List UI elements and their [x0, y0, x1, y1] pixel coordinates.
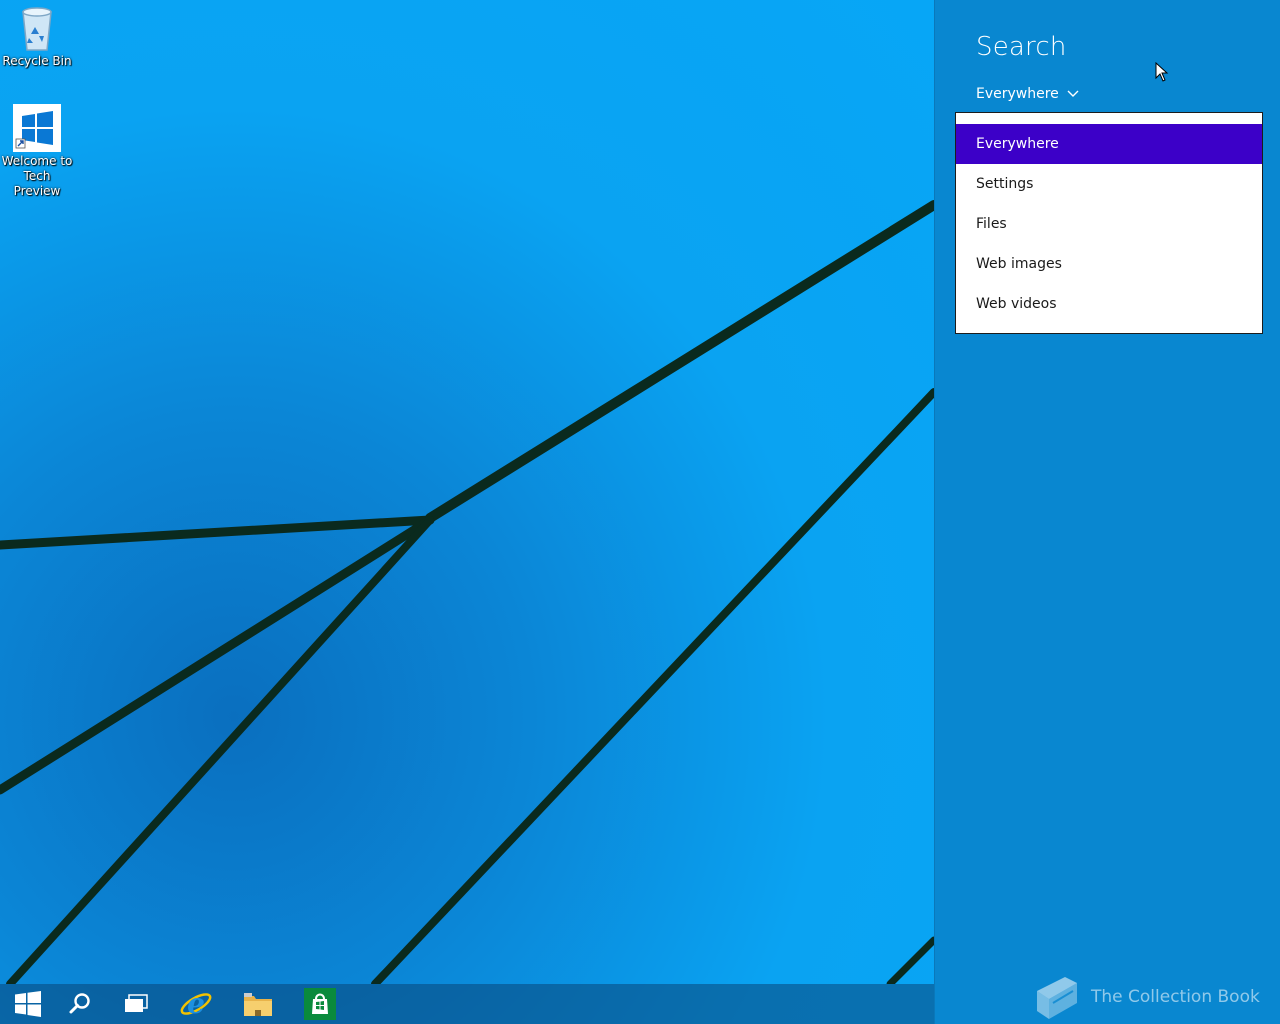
chevron-down-icon — [1067, 90, 1079, 97]
search-pane: Search Everywhere Everywhere Settings Fi… — [934, 0, 1280, 1024]
windows-logo-icon — [13, 104, 61, 152]
scope-option-web-images[interactable]: Web images — [956, 244, 1262, 284]
book-icon — [1037, 977, 1077, 1019]
file-explorer-icon — [244, 993, 272, 1016]
desktop-icon-label: Recycle Bin — [2, 54, 72, 68]
desktop: Recycle Bin Welcome to Tech Preview — [0, 0, 934, 1024]
search-scope-value: Everywhere — [976, 86, 1059, 102]
desktop-icon-label: Welcome to Tech Preview — [1, 154, 73, 198]
search-scope-select[interactable]: Everywhere — [976, 86, 1079, 102]
scope-option-label: Everywhere — [976, 136, 1059, 152]
store-icon — [304, 988, 336, 1020]
internet-explorer-button[interactable]: e — [168, 984, 224, 1024]
taskbar: e — [0, 984, 934, 1024]
internet-explorer-icon: e — [180, 987, 212, 1020]
scope-option-label: Web videos — [976, 296, 1057, 312]
scope-option-web-videos[interactable]: Web videos — [956, 284, 1262, 324]
recycle-bin-icon — [22, 7, 52, 51]
start-icon — [15, 991, 41, 1017]
wallpaper-lines — [0, 200, 934, 984]
search-icon — [69, 993, 90, 1014]
svg-text:e: e — [187, 987, 205, 1020]
start-button[interactable] — [0, 984, 56, 1024]
desktop-icon-welcome[interactable]: Welcome to Tech Preview — [0, 104, 74, 199]
task-view-icon — [125, 994, 148, 1012]
search-scope-dropdown: Everywhere Settings Files Web images Web… — [955, 112, 1263, 334]
search-pane-title: Search — [976, 32, 1067, 62]
scope-option-settings[interactable]: Settings — [956, 164, 1262, 204]
scope-option-label: Files — [976, 216, 1007, 232]
watermark: The Collection Book — [1029, 972, 1260, 1022]
scope-option-everywhere[interactable]: Everywhere — [956, 124, 1262, 164]
desktop-icon-recycle-bin[interactable]: Recycle Bin — [0, 6, 74, 69]
scope-option-files[interactable]: Files — [956, 204, 1262, 244]
scope-option-label: Settings — [976, 176, 1034, 192]
watermark-text: The Collection Book — [1091, 987, 1260, 1007]
mouse-cursor-icon — [1155, 62, 1169, 82]
scope-option-label: Web images — [976, 256, 1062, 272]
store-button[interactable] — [292, 984, 348, 1024]
search-button[interactable] — [52, 984, 108, 1024]
file-explorer-button[interactable] — [230, 984, 286, 1024]
task-view-button[interactable] — [108, 984, 164, 1024]
